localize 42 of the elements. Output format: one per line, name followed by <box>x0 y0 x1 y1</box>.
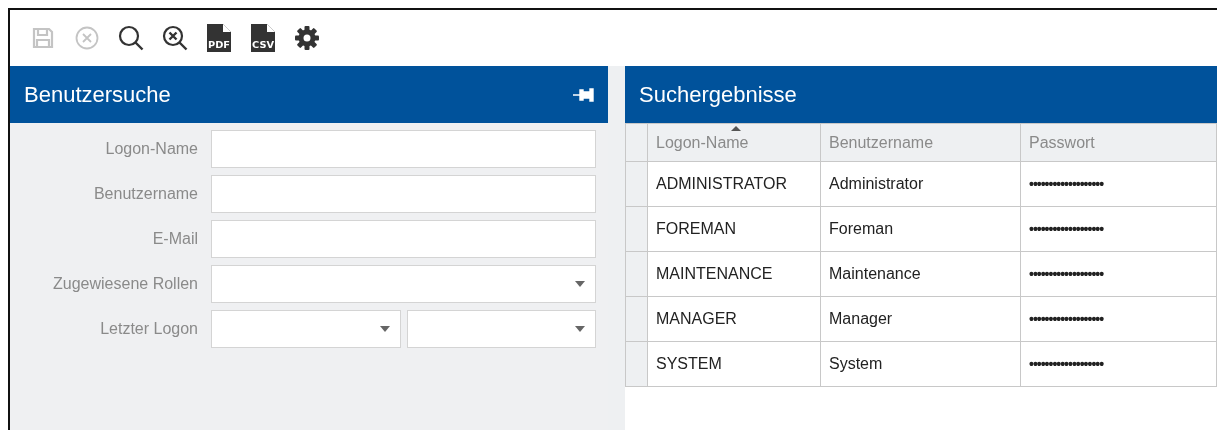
export-button[interactable]: PDF <box>200 21 238 55</box>
file-type-label: CSV <box>252 40 271 50</box>
table-cell: ••••••••••••••••••• <box>1020 341 1217 387</box>
dropdown-field[interactable] <box>211 310 401 348</box>
field-label: Letzter Logon <box>99 320 199 338</box>
document-icon <box>251 24 275 52</box>
input-field[interactable] <box>211 130 596 168</box>
column-header[interactable]: Benutzername <box>820 123 1021 162</box>
table-cell: FOREMAN <box>647 206 821 252</box>
table-cell: SYSTEM <box>647 341 821 387</box>
input-field[interactable] <box>211 175 596 213</box>
table-cell: ••••••••••••••••••• <box>1020 161 1217 207</box>
table-cell: ••••••••••••••••••• <box>1020 251 1217 297</box>
input-field[interactable] <box>211 220 596 258</box>
column-header[interactable]: Passwort <box>1020 123 1217 162</box>
panel-title: Benutzersuche <box>24 81 171 108</box>
panel-title: Suchergebnisse <box>639 81 797 108</box>
field-label: Zugewiesene Rollen <box>52 275 199 293</box>
field-label: Logon-Name <box>104 140 199 158</box>
field-label: E-Mail <box>151 230 199 248</box>
document-icon <box>207 24 231 52</box>
export-button[interactable]: CSV <box>244 21 282 55</box>
table-cell: MAINTENANCE <box>647 251 821 297</box>
table-cell: System <box>820 341 1021 387</box>
column-header[interactable]: Logon-Name <box>647 123 821 162</box>
table-cell: Administrator <box>820 161 1021 207</box>
caret-icon <box>379 326 390 332</box>
table-cell: MANAGER <box>647 296 821 342</box>
table-cell: ••••••••••••••••••• <box>1020 296 1217 342</box>
file-type-label: PDF <box>208 40 227 50</box>
table-cell: Manager <box>820 296 1021 342</box>
table-cell: Maintenance <box>820 251 1021 297</box>
table-cell: Foreman <box>820 206 1021 252</box>
sort-arrow-icon <box>731 126 741 131</box>
table-cell: ••••••••••••••••••• <box>1020 206 1217 252</box>
caret-icon <box>575 281 585 287</box>
pin-button[interactable] <box>572 87 594 102</box>
dropdown-field[interactable] <box>211 265 596 303</box>
caret-icon <box>575 326 585 332</box>
dropdown-field[interactable] <box>406 310 596 348</box>
table-cell: ADMINISTRATOR <box>647 161 821 207</box>
field-label: Benutzername <box>92 185 199 203</box>
